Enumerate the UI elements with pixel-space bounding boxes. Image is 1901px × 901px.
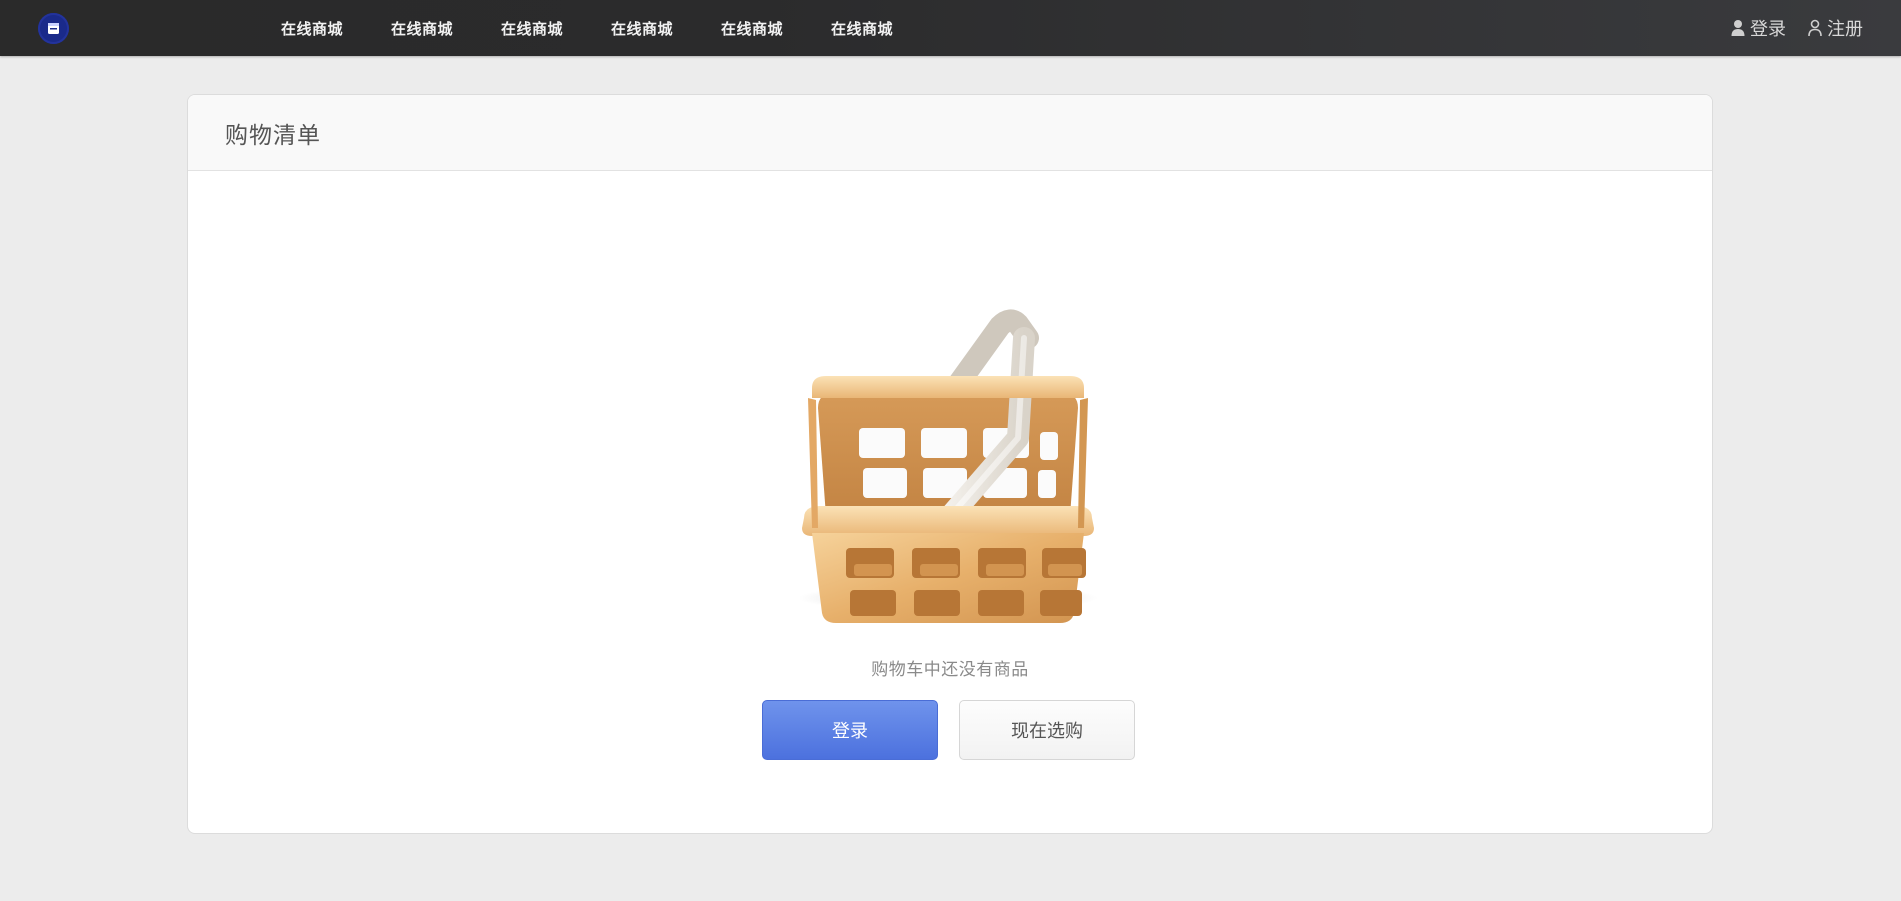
nav-item-online-mall-5[interactable]: 在线商城 [697, 18, 807, 39]
top-nav-bar: 在线商城 在线商城 在线商城 在线商城 在线商城 在线商城 登录 注册 [0, 0, 1901, 56]
login-link-label: 登录 [1750, 19, 1786, 40]
login-button[interactable]: 登录 [762, 700, 938, 760]
register-link[interactable]: 注册 [1808, 15, 1863, 41]
nav-item-online-mall-3[interactable]: 在线商城 [477, 18, 587, 39]
nav-item-online-mall-4[interactable]: 在线商城 [587, 18, 697, 39]
nav-item-online-mall-6[interactable]: 在线商城 [807, 18, 917, 39]
user-filled-icon [1731, 20, 1745, 36]
register-link-label: 注册 [1827, 19, 1863, 40]
cart-panel: 购物清单 购物车中还没有商品 登录 现在选购 [187, 94, 1713, 834]
cart-panel-header: 购物清单 [188, 95, 1712, 171]
nav-item-online-mall-1[interactable]: 在线商城 [257, 18, 367, 39]
login-link[interactable]: 登录 [1731, 15, 1786, 41]
basket-icon [798, 309, 1098, 623]
user-outline-icon [1808, 19, 1822, 37]
shop-now-button[interactable]: 现在选购 [959, 700, 1135, 760]
page-title: 购物清单 [225, 122, 321, 149]
nav-item-online-mall-2[interactable]: 在线商城 [367, 18, 477, 39]
main-nav: 在线商城 在线商城 在线商城 在线商城 在线商城 在线商城 [257, 0, 917, 56]
logo[interactable] [38, 13, 69, 44]
user-menu: 登录 注册 [1731, 0, 1863, 56]
store-icon [48, 23, 59, 34]
empty-cart-message: 购物车中还没有商品 [871, 660, 1029, 680]
